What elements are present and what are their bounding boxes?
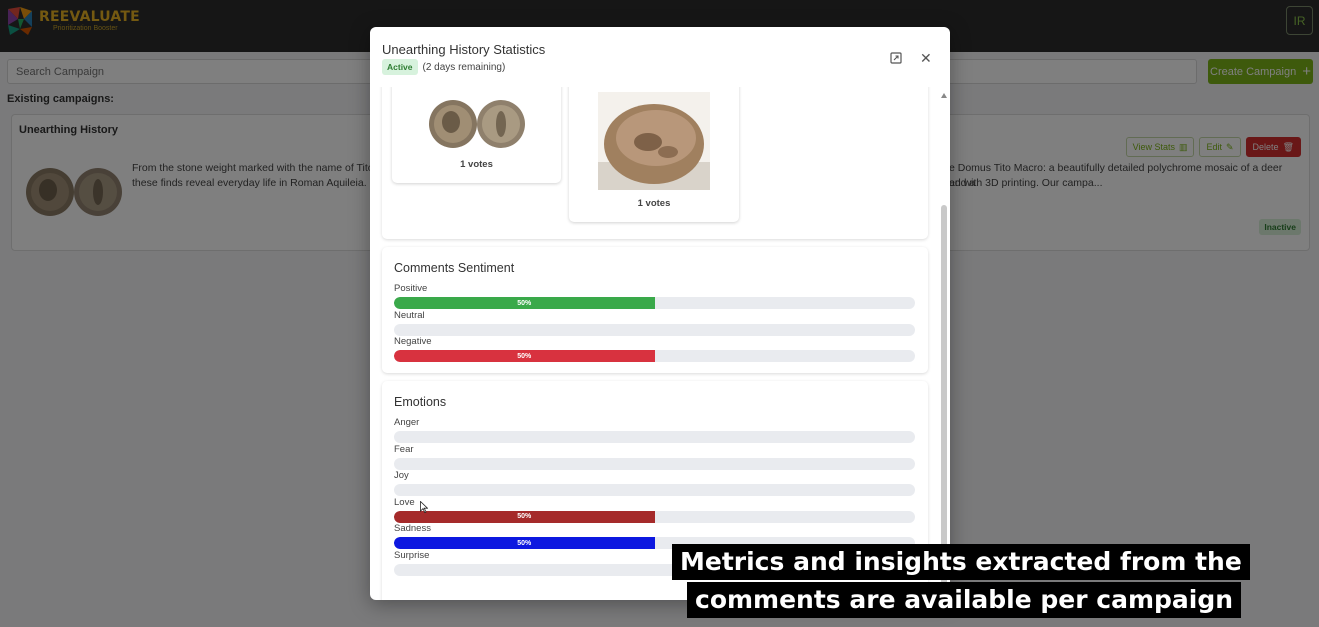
emotions-title: Emotions	[394, 395, 447, 409]
vote-card[interactable]: 1 votes	[392, 87, 561, 183]
vote-card[interactable]: 1 votes	[569, 87, 739, 222]
modal-status-row: Active (2 days remaining)	[382, 59, 505, 75]
bar-row-negative: Negative 50%	[394, 336, 915, 362]
comments-sentiment-panel: Comments Sentiment Positive 50% Neutral Neg…	[382, 247, 928, 373]
modal-title: Unearthing History Statistics	[382, 42, 546, 57]
progress-track	[394, 457, 915, 470]
progress-track: 50%	[394, 350, 915, 362]
bar-label: Neutral	[394, 309, 425, 321]
bar-label: Fear	[394, 443, 414, 455]
stone-weight-image	[598, 92, 710, 190]
mouse-cursor-icon	[420, 501, 428, 513]
bar-row-fear: Fear	[394, 444, 915, 470]
close-icon[interactable]: ✕	[920, 51, 932, 65]
progress-track: 50%	[394, 510, 915, 523]
bar-row-neutral: Neutral	[394, 310, 915, 336]
vote-count: 1 votes	[637, 198, 671, 209]
sentiment-title: Comments Sentiment	[394, 261, 515, 275]
remaining-text: (2 days remaining)	[422, 61, 506, 73]
progress-fill: 50%	[394, 510, 655, 523]
votes-panel: 1 votes 1 votes	[382, 87, 928, 239]
coins-image	[429, 100, 525, 148]
caption-line-1: Metrics and insights extracted from the	[672, 544, 1250, 580]
progress-track: 50%	[394, 297, 915, 309]
modal-scrollbar[interactable]	[941, 93, 948, 600]
bar-label: Positive	[394, 283, 428, 294]
caption-line-2: comments are available per campaign	[687, 582, 1242, 618]
progress-track	[394, 484, 915, 497]
bar-label: Sadness	[394, 523, 431, 535]
modal-body[interactable]: 1 votes 1 votes Comments Sentiment Posit…	[370, 87, 950, 600]
bar-row-anger: Anger	[394, 417, 915, 443]
vote-count: 1 votes	[460, 159, 493, 170]
bar-label: Love	[394, 496, 415, 508]
bar-label: Anger	[394, 417, 420, 428]
video-caption: Metrics and insights extracted from the …	[672, 536, 1250, 623]
scroll-up-arrow-icon[interactable]	[941, 93, 947, 98]
bar-row-love: Love 50%	[394, 497, 915, 523]
progress-track	[394, 431, 915, 443]
progress-track	[394, 323, 915, 336]
bar-label: Joy	[394, 470, 409, 482]
active-badge: Active	[382, 59, 418, 75]
progress-fill: 50%	[394, 297, 655, 309]
progress-fill: 50%	[394, 350, 655, 362]
bar-row-positive: Positive 50%	[394, 283, 915, 309]
statistics-modal: Unearthing History Statistics Active (2 …	[370, 27, 950, 600]
bar-label: Negative	[394, 336, 432, 347]
expand-icon[interactable]	[890, 52, 902, 64]
bar-row-joy: Joy	[394, 470, 915, 497]
progress-fill: 50%	[394, 537, 655, 550]
